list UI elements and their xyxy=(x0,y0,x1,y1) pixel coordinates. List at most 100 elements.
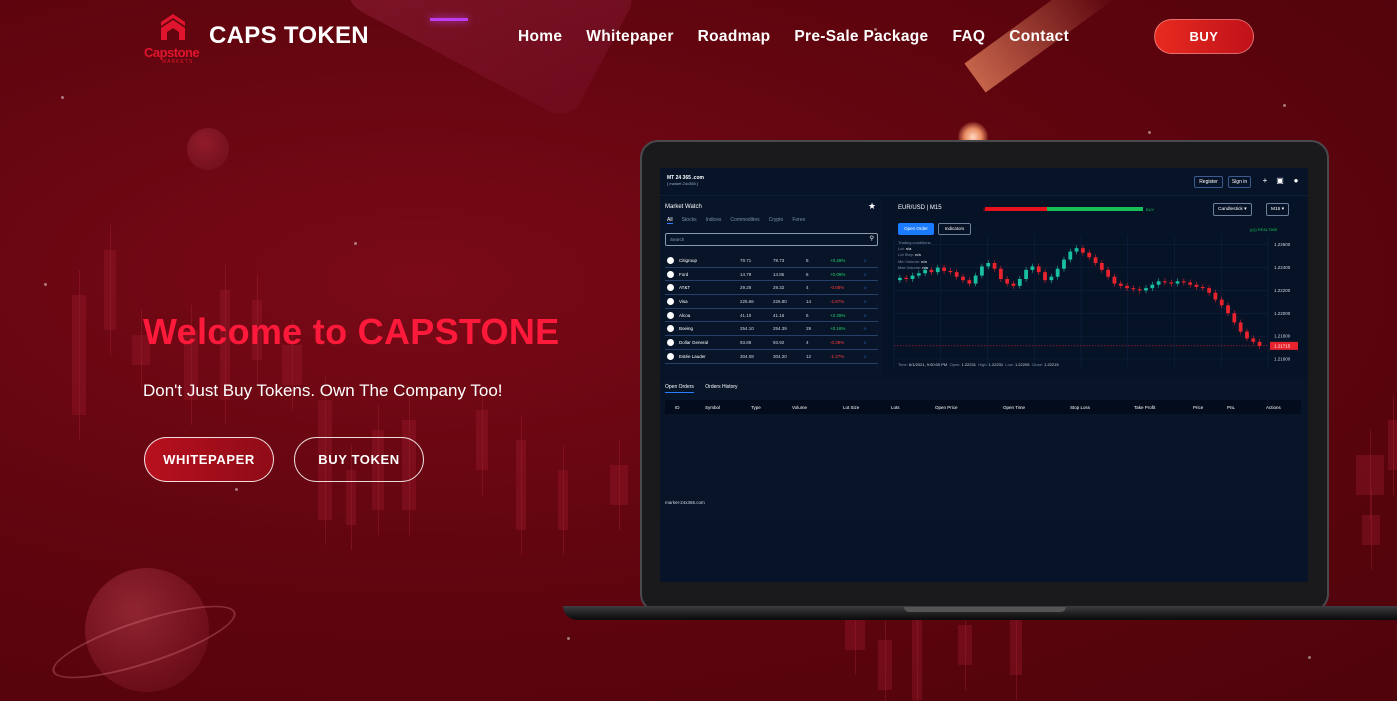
candle[interactable] xyxy=(1156,281,1161,285)
candle[interactable] xyxy=(1062,259,1066,269)
candle[interactable] xyxy=(1087,252,1092,258)
candle[interactable] xyxy=(1207,288,1211,293)
candle[interactable] xyxy=(1049,276,1054,281)
market-search-input[interactable]: Search ⚲ xyxy=(665,233,878,246)
timeframe-dropdown[interactable]: M15 ▾ xyxy=(1266,203,1290,216)
candle[interactable] xyxy=(1219,299,1224,306)
orders-column-header[interactable]: Price xyxy=(1193,405,1203,410)
market-row[interactable]: AT&T 29.28 29.32 4 -0.08% ☆ xyxy=(665,281,878,296)
candle[interactable] xyxy=(1137,289,1142,291)
user-icon[interactable]: ● xyxy=(1291,176,1301,186)
tab-orders-history[interactable]: Orders History xyxy=(705,384,737,390)
candle[interactable] xyxy=(1112,276,1117,284)
candle[interactable] xyxy=(1011,283,1016,286)
candle[interactable] xyxy=(1017,279,1022,286)
candle[interactable] xyxy=(1144,288,1148,291)
tab-all[interactable]: All xyxy=(667,217,673,224)
open-order-button[interactable]: Open Order xyxy=(898,223,934,235)
candle[interactable] xyxy=(1200,287,1205,289)
orders-column-header[interactable]: Type xyxy=(751,405,761,410)
orders-column-header[interactable]: Actions xyxy=(1266,405,1281,410)
candle[interactable] xyxy=(1005,279,1010,284)
candle[interactable] xyxy=(904,277,909,279)
candle[interactable] xyxy=(1194,284,1199,287)
buy-token-button[interactable]: BUY TOKEN xyxy=(294,437,424,482)
candle[interactable] xyxy=(992,263,997,269)
nav-contact[interactable]: Contact xyxy=(1009,28,1069,46)
market-row[interactable]: Boeing 254.10 254.39 29 +0.16% ☆ xyxy=(665,322,878,337)
favorite-star-icon[interactable]: ☆ xyxy=(863,340,867,346)
nav-roadmap[interactable]: Roadmap xyxy=(698,28,771,46)
tab-forex[interactable]: Forex xyxy=(792,217,805,224)
orders-column-header[interactable]: Volume xyxy=(792,405,807,410)
orders-column-header[interactable]: PnL xyxy=(1227,405,1235,410)
candle[interactable] xyxy=(1125,285,1129,289)
candle[interactable] xyxy=(1213,292,1218,300)
orders-column-header[interactable]: Lot Size xyxy=(843,405,859,410)
favorite-star-icon[interactable]: ☆ xyxy=(863,299,867,305)
capstone-logo[interactable]: Capstone MARKETS xyxy=(144,12,206,68)
nav-home[interactable]: Home xyxy=(518,28,562,46)
tab-crypto[interactable]: Crypto xyxy=(769,217,784,224)
star-icon[interactable]: ★ xyxy=(868,201,876,212)
candle[interactable] xyxy=(961,276,965,281)
candle[interactable] xyxy=(1226,305,1230,314)
candle[interactable] xyxy=(980,266,984,276)
candle[interactable] xyxy=(1036,266,1041,273)
orders-column-header[interactable]: Lots xyxy=(891,405,900,410)
candle[interactable] xyxy=(986,263,991,267)
tab-indices[interactable]: Indices xyxy=(706,217,722,224)
tab-stocks[interactable]: Stocks xyxy=(682,217,697,224)
market-row[interactable]: Ford 14.79 14.85 6 +0.09% ☆ xyxy=(665,268,878,282)
candle[interactable] xyxy=(1188,282,1193,285)
candle[interactable] xyxy=(1099,263,1104,270)
nav-faq[interactable]: FAQ xyxy=(952,28,985,46)
favorite-star-icon[interactable]: ☆ xyxy=(863,326,867,332)
tab-commodities[interactable]: Commodities xyxy=(730,217,759,224)
candle[interactable] xyxy=(1074,248,1079,252)
market-row[interactable]: Alcoa 41.10 41.16 6 +2.26% ☆ xyxy=(665,309,878,323)
orders-column-header[interactable]: Take Profit xyxy=(1134,405,1155,410)
candle[interactable] xyxy=(973,275,978,284)
platform-footer-link[interactable]: market-24x365.com xyxy=(665,500,705,505)
indicators-button[interactable]: Indicators xyxy=(938,223,971,235)
candle[interactable] xyxy=(1106,269,1111,277)
candle[interactable] xyxy=(1030,266,1035,270)
candle[interactable] xyxy=(1093,257,1098,263)
candle[interactable] xyxy=(1181,281,1186,283)
candle[interactable] xyxy=(898,277,902,281)
candle[interactable] xyxy=(1068,251,1073,260)
candle[interactable] xyxy=(916,273,921,276)
orders-column-header[interactable]: ID xyxy=(675,405,680,410)
market-row[interactable]: Dollar General 93.88 93.92 4 -0.39% ☆ xyxy=(665,336,878,350)
candle[interactable] xyxy=(1055,268,1060,277)
candle[interactable] xyxy=(954,272,959,277)
buy-button[interactable]: BUY xyxy=(1154,19,1254,54)
whitepaper-button[interactable]: WHITEPAPER xyxy=(144,437,274,482)
wallet-icon[interactable]: ▣ xyxy=(1275,176,1285,186)
orders-column-header[interactable]: Symbol xyxy=(705,405,720,410)
candle[interactable] xyxy=(1232,313,1237,323)
candle[interactable] xyxy=(967,280,972,284)
chart-type-dropdown[interactable]: Candlestick ▾ xyxy=(1213,203,1252,216)
candle[interactable] xyxy=(948,271,953,273)
candle[interactable] xyxy=(1081,248,1085,253)
candle[interactable] xyxy=(1251,338,1256,342)
favorite-star-icon[interactable]: ☆ xyxy=(863,285,867,291)
candle[interactable] xyxy=(935,267,940,273)
market-row[interactable]: Estée Lauder 304.08 304.20 12 -1.27% ☆ xyxy=(665,350,878,364)
candle[interactable] xyxy=(1043,272,1047,281)
favorite-star-icon[interactable]: ☆ xyxy=(863,354,867,360)
candle[interactable] xyxy=(1245,331,1249,339)
favorite-star-icon[interactable]: ☆ xyxy=(863,272,867,278)
candle[interactable] xyxy=(1163,281,1167,283)
candle[interactable] xyxy=(1175,281,1180,284)
candle[interactable] xyxy=(1150,284,1155,289)
candle[interactable] xyxy=(942,267,946,271)
orders-column-header[interactable]: Stop Loss xyxy=(1070,405,1090,410)
candle[interactable] xyxy=(1257,341,1262,346)
candle[interactable] xyxy=(910,275,915,279)
buy-label[interactable]: BUY xyxy=(1146,207,1154,212)
candle[interactable] xyxy=(1131,288,1136,290)
nav-presale-package[interactable]: Pre-Sale Package xyxy=(794,28,928,46)
